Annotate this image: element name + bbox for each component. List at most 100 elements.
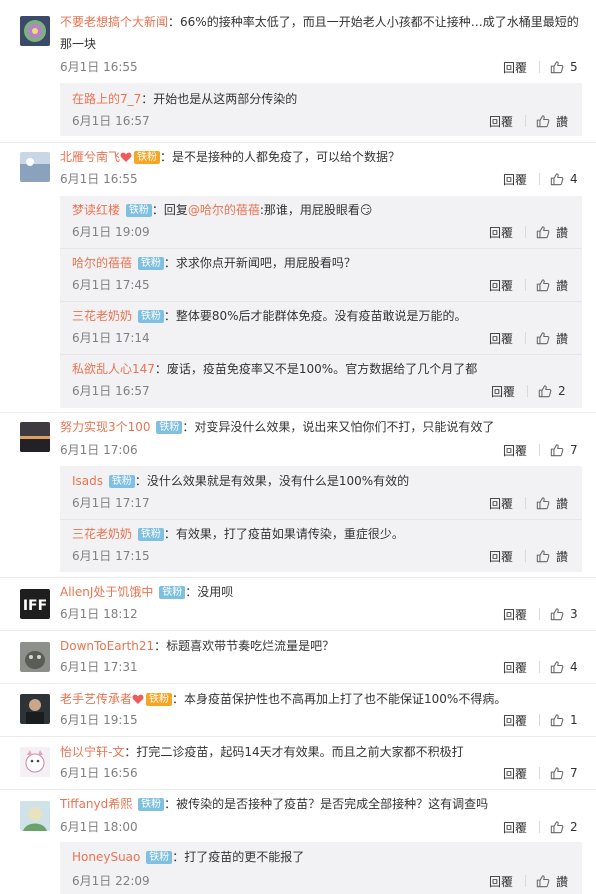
reply-date: 6月1日 16:57 [72,114,150,128]
reply-button[interactable]: 回覆 [503,712,527,729]
reply-body: ：开始也是从这两部分传染的 [141,92,298,106]
like-button[interactable]: 3 [550,607,580,621]
username-link[interactable]: 在路上的7_7 [72,92,141,106]
like-button[interactable]: 讚 [536,113,568,130]
reply-button[interactable]: 回覆 [503,819,527,836]
fan-badge: 铁粉 [156,421,183,434]
username-link[interactable]: 不要老想搞个大新闻 [60,15,168,29]
username-link[interactable]: 北雁兮南飞 [60,150,120,164]
reply-button[interactable]: 回覆 [503,59,527,76]
reply-button[interactable]: 回覆 [503,171,527,188]
emoji-icon: 😏 [359,203,373,217]
reply-button[interactable]: 回覆 [489,495,513,512]
reply-body: ：整体要80%后才能群体免疫。没有疫苗敢说是万能的。 [163,309,467,323]
divider [539,173,540,185]
thumbs-up-icon [550,443,564,457]
avatar[interactable]: ΙFF [20,589,50,619]
username-link[interactable]: HoneySuao [72,850,140,864]
like-button[interactable]: 讚 [536,548,568,565]
thumbs-up-icon [538,384,552,398]
thumbs-up-icon [550,607,564,621]
reply-button[interactable]: 回覆 [503,606,527,623]
divider [60,519,582,520]
reply-body: ：废话，疫苗免疫率又不是100%。官方数据给了几个月了都 [154,362,478,376]
username-link[interactable]: 三花老奶奶 [72,309,132,323]
username-link[interactable]: 三花老奶奶 [72,527,132,541]
reply-date: 6月1日 17:14 [72,331,150,345]
username-link[interactable]: Isads [72,474,103,488]
like-count: 1 [570,713,578,727]
thumbs-up-icon [536,874,550,888]
like-label: 讚 [555,114,568,129]
heart-icon [120,152,132,162]
username-link[interactable]: AllenJ处于饥饿中 [60,585,153,599]
divider [524,279,526,291]
avatar[interactable] [20,642,50,672]
username-link[interactable]: 私欲乱人心147 [72,362,155,376]
reply-button[interactable]: 回覆 [489,548,513,565]
username-link[interactable]: 怡以宁轩-文 [60,745,124,759]
reply-button[interactable]: 回覆 [489,873,513,890]
like-button[interactable]: 讚 [536,495,568,512]
like-button[interactable]: 1 [550,713,580,727]
username-link[interactable]: 哈尔的蓓蓓 [72,256,132,270]
like-button[interactable]: 讚 [536,277,568,294]
comment-text: 不要老想搞个大新闻：66%的接种率太低了，而且一开始老人小孩都不让接种…成了水桶… [60,11,580,55]
avatar[interactable] [20,747,50,777]
thumbs-up-icon [550,713,564,727]
like-button[interactable]: 5 [550,60,580,74]
reply-button[interactable]: 回覆 [491,383,515,400]
divider [524,875,526,887]
svg-text:ΙFF: ΙFF [23,598,47,614]
reply-button[interactable]: 回覆 [489,224,513,241]
like-count: 2 [570,820,578,834]
username-link[interactable]: 努力实现3个100 [60,420,151,434]
reply-button[interactable]: 回覆 [489,330,513,347]
comment-body: ：本身疫苗保护性也不高再加上打了也不能保证100%不得病。 [172,692,507,706]
username-link[interactable]: 老手艺传承者 [60,692,132,706]
heart-icon [132,694,144,704]
avatar[interactable] [20,694,50,724]
divider [524,115,526,127]
thumbs-up-icon [550,820,564,834]
like-button[interactable]: 讚 [536,330,568,347]
reply-button[interactable]: 回覆 [489,277,513,294]
thumbs-up-icon [536,331,550,345]
like-button[interactable]: 2 [538,384,568,398]
like-button[interactable]: 4 [550,660,580,674]
mention-link[interactable]: @哈尔的蓓蓓 [188,203,260,217]
reply-button[interactable]: 回覆 [489,113,513,130]
thumbs-up-icon [536,225,550,239]
like-label: 讚 [555,496,568,511]
like-button[interactable]: 2 [550,820,580,834]
like-count: 5 [570,60,578,74]
username-link[interactable]: 梦读红楼 [72,203,120,217]
like-button[interactable]: 7 [550,766,580,780]
reply-date: 6月1日 16:57 [72,384,150,398]
like-button[interactable]: 讚 [536,224,568,241]
comment-body: ：标题喜欢带节奏吃烂流量是吧？ [154,639,335,653]
avatar[interactable] [20,16,50,46]
reply-body: ：回复 [151,203,188,217]
like-button[interactable]: 讚 [536,873,568,890]
avatar[interactable] [20,152,50,182]
reply-button[interactable]: 回覆 [503,659,527,676]
fan-badge: 铁粉 [146,851,173,864]
comment-text: Tiffanyd希熙 铁粉 ：被传染的是否接种了疫苗？是否完成全部接种？这有调查吗 [60,793,580,815]
comment-date: 6月1日 16:56 [60,766,138,780]
reply-button[interactable]: 回覆 [503,442,527,459]
avatar[interactable] [20,801,50,831]
divider [524,550,526,562]
divider [0,736,596,737]
username-link[interactable]: DownToEarth21 [60,639,154,653]
comment-body: ：没用呗 [185,585,234,599]
comment-text: 北雁兮南飞 铁粉 ：是不是接种的人都免疫了，可以给个数据？ [60,146,580,168]
reply-button[interactable]: 回覆 [503,765,527,782]
comment-text: AllenJ处于饥饿中 铁粉 ：没用呗 [60,581,580,603]
divider [60,248,582,249]
like-button[interactable]: 4 [550,172,580,186]
username-link[interactable]: Tiffanyd希熙 [60,797,132,811]
like-label: 讚 [555,225,568,240]
like-button[interactable]: 7 [550,443,580,457]
avatar[interactable] [20,422,50,452]
